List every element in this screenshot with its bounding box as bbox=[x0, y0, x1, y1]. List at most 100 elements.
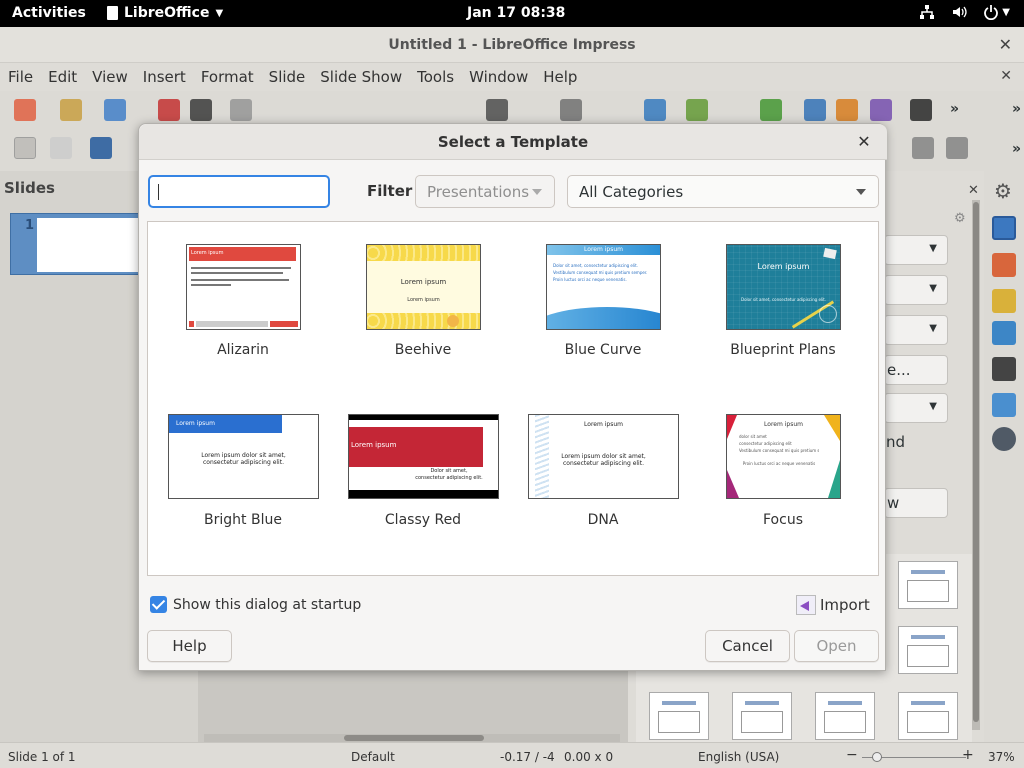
zoom-slider-knob[interactable] bbox=[872, 752, 882, 762]
template-blueprint-plans[interactable]: Lorem ipsum Dolor sit amet, consectetur … bbox=[703, 242, 863, 367]
network-icon bbox=[919, 4, 935, 20]
help-button[interactable]: Help bbox=[147, 630, 232, 662]
category-dropdown[interactable]: All Categories bbox=[567, 175, 879, 208]
sidebar-dropdown-2[interactable]: ▼ bbox=[884, 275, 948, 305]
styles-tab-icon[interactable] bbox=[992, 357, 1016, 381]
template-blue-curve[interactable]: Lorem ipsum Dolor sit amet, consectetur … bbox=[523, 242, 683, 367]
layout-thumbnail[interactable] bbox=[898, 626, 958, 674]
table-icon[interactable] bbox=[760, 99, 782, 121]
animation-tab-icon[interactable] bbox=[992, 289, 1016, 313]
menu-edit[interactable]: Edit bbox=[48, 68, 77, 86]
zoom-slider[interactable] bbox=[862, 752, 966, 762]
sidebar-close-icon[interactable]: ✕ bbox=[968, 183, 979, 198]
layout-thumbnail[interactable] bbox=[732, 692, 792, 740]
sidebar-dropdown-3[interactable]: ▼ bbox=[884, 315, 948, 345]
more-toolbar-icon-2[interactable]: » bbox=[1012, 101, 1021, 117]
show-at-startup-checkbox[interactable]: Show this dialog at startup bbox=[150, 596, 361, 613]
scrollbar-thumb[interactable] bbox=[344, 735, 484, 741]
thumb-text: Proin luctus orci ac neque venenatis. bbox=[553, 277, 627, 282]
sidebar-settings-icon[interactable]: ⚙ bbox=[954, 211, 966, 226]
slide-transition-tab-icon[interactable] bbox=[992, 253, 1016, 277]
template-classy-red[interactable]: Lorem ipsum Dolor sit amet, consectetur … bbox=[343, 412, 503, 537]
new-document-icon[interactable] bbox=[14, 99, 36, 121]
zoom-pan-icon[interactable] bbox=[50, 137, 72, 159]
spellcheck-icon[interactable] bbox=[486, 99, 508, 121]
master-slide-name[interactable]: Default bbox=[351, 750, 395, 764]
print-icon[interactable] bbox=[190, 99, 212, 121]
template-name: DNA bbox=[587, 512, 619, 528]
zoom-level[interactable]: 37% bbox=[988, 750, 1015, 764]
navigator-tab-icon[interactable] bbox=[992, 427, 1016, 451]
image-icon[interactable] bbox=[804, 99, 826, 121]
layout-thumbnail[interactable] bbox=[649, 692, 709, 740]
scrollbar-thumb[interactable] bbox=[973, 202, 979, 722]
properties-tab-icon[interactable] bbox=[992, 216, 1016, 240]
layout-thumbnail[interactable] bbox=[898, 561, 958, 609]
clock[interactable]: Jan 17 08:38 bbox=[467, 5, 565, 21]
category-dropdown-value: All Categories bbox=[579, 183, 684, 201]
sidebar-button-1[interactable]: e... bbox=[884, 355, 948, 385]
crop-icon[interactable] bbox=[946, 137, 968, 159]
checkbox-checked-icon[interactable] bbox=[150, 596, 167, 613]
thumb-text: Lorem ipsum bbox=[400, 278, 447, 286]
master-slides-tab-icon[interactable] bbox=[992, 321, 1016, 345]
canvas-horizontal-scrollbar[interactable] bbox=[204, 734, 620, 742]
thumb-text: Vestibulum consequat mi quis pretium sem… bbox=[553, 270, 648, 275]
zoom-out-icon[interactable]: − bbox=[846, 747, 858, 763]
start-slideshow-icon[interactable] bbox=[686, 99, 708, 121]
template-alizarin[interactable]: Lorem ipsum Alizarin bbox=[163, 242, 323, 367]
app-menu[interactable]: LibreOffice ▼ bbox=[107, 5, 223, 21]
menu-view[interactable]: View bbox=[92, 68, 128, 86]
menu-tools[interactable]: Tools bbox=[417, 68, 454, 86]
shadow-icon[interactable] bbox=[912, 137, 934, 159]
template-focus[interactable]: Lorem ipsum dolor sit amet consectetur a… bbox=[703, 412, 863, 537]
template-dna[interactable]: Lorem ipsum Lorem ipsum dolor sit amet, … bbox=[523, 412, 683, 537]
template-bright-blue[interactable]: Lorem ipsum Lorem ipsum dolor sit amet, … bbox=[163, 412, 323, 537]
menu-file[interactable]: File bbox=[8, 68, 33, 86]
menu-help[interactable]: Help bbox=[543, 68, 577, 86]
window-close-icon[interactable]: ✕ bbox=[999, 27, 1012, 63]
media-icon[interactable] bbox=[836, 99, 858, 121]
menu-format[interactable]: Format bbox=[201, 68, 254, 86]
template-search-input[interactable] bbox=[148, 175, 330, 208]
grid-icon[interactable] bbox=[560, 99, 582, 121]
menu-window[interactable]: Window bbox=[469, 68, 528, 86]
cancel-button[interactable]: Cancel bbox=[705, 630, 790, 662]
gallery-tab-icon[interactable] bbox=[992, 393, 1016, 417]
export-pdf-icon[interactable] bbox=[158, 99, 180, 121]
menu-slide[interactable]: Slide bbox=[269, 68, 306, 86]
select-arrow-icon[interactable] bbox=[14, 137, 36, 159]
more-toolbar-icon[interactable]: » bbox=[950, 101, 959, 117]
layout-thumbnail[interactable] bbox=[815, 692, 875, 740]
open-folder-icon[interactable] bbox=[60, 99, 82, 121]
thumb-text: consectetur adipiscing elit bbox=[739, 441, 792, 446]
more-toolbar-icon-3[interactable]: » bbox=[1012, 141, 1021, 157]
document-close-icon[interactable]: ✕ bbox=[1000, 68, 1012, 84]
fontwork-icon[interactable] bbox=[910, 99, 932, 121]
menu-insert[interactable]: Insert bbox=[143, 68, 186, 86]
display-views-icon[interactable] bbox=[644, 99, 666, 121]
sidebar-button-2[interactable]: w bbox=[884, 488, 948, 518]
dialog-close-icon[interactable]: ✕ bbox=[855, 133, 873, 151]
open-button[interactable]: Open bbox=[794, 630, 879, 662]
zoom-in-icon[interactable]: + bbox=[962, 747, 974, 763]
slide-thumbnail[interactable]: 1 bbox=[10, 213, 141, 275]
menu-slide-show[interactable]: Slide Show bbox=[320, 68, 402, 86]
template-beehive[interactable]: Lorem ipsum Lorem ipsum Beehive bbox=[343, 242, 503, 367]
sidebar-vertical-scrollbar[interactable] bbox=[972, 200, 980, 730]
language[interactable]: English (USA) bbox=[698, 750, 779, 764]
line-color-icon[interactable] bbox=[90, 137, 112, 159]
chart-icon[interactable] bbox=[870, 99, 892, 121]
import-button[interactable]: Import bbox=[796, 595, 870, 615]
sidebar-tab-bar: ⚙ bbox=[984, 171, 1024, 742]
activities-button[interactable]: Activities bbox=[12, 5, 86, 21]
layout-thumbnail[interactable] bbox=[898, 692, 958, 740]
sidebar-menu-gear-icon[interactable]: ⚙ bbox=[994, 179, 1012, 203]
filter-dropdown[interactable]: Presentations bbox=[415, 175, 555, 208]
save-icon[interactable] bbox=[104, 99, 126, 121]
system-tray[interactable]: ▼ bbox=[919, 4, 1010, 20]
sidebar-dropdown-4[interactable]: ▼ bbox=[884, 393, 948, 423]
sidebar-dropdown-1[interactable]: ▼ bbox=[884, 235, 948, 265]
menu-bar: File Edit View Insert Format Slide Slide… bbox=[0, 63, 1024, 91]
cut-icon[interactable] bbox=[230, 99, 252, 121]
